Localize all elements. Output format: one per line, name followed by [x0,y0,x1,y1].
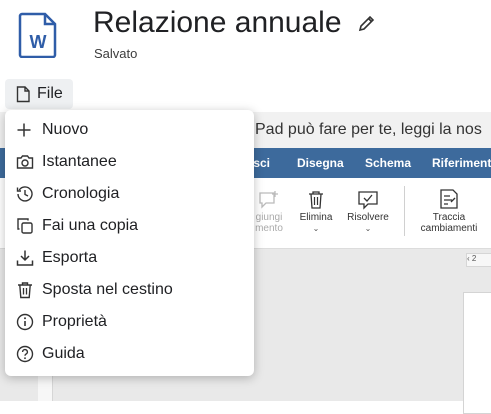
comment-add-icon [259,191,278,209]
menu-item-label: Proprietà [42,313,107,330]
document-page[interactable] [463,292,491,414]
tab-draw[interactable]: Disegna [297,156,344,170]
file-icon [16,85,30,102]
delete-label: Elimina [299,212,333,223]
menu-item-make-copy[interactable]: Fai una copia [5,210,254,242]
camera-icon [16,155,34,169]
menu-item-export[interactable]: Esporta [5,242,254,274]
menu-item-snapshots[interactable]: Istantanee [5,146,254,178]
word-document-icon: W [18,12,57,58]
download-icon [16,250,34,266]
menu-item-history[interactable]: Cronologia [5,178,254,210]
doc-icon-letter: W [30,32,47,52]
file-dropdown-menu: Nuovo Istantanee Cronologia Fai una copi… [5,110,254,376]
trash-icon [18,282,32,299]
document-title[interactable]: Relazione annuale [93,6,342,40]
help-icon [16,345,34,363]
info-icon [16,313,34,331]
history-icon [16,186,33,202]
resolve-button[interactable]: Risolvere ⌄ [342,190,394,234]
tab-references[interactable]: Riferimenti [432,156,491,170]
save-status: Salvato [94,46,138,61]
menu-item-label: Fai una copia [42,217,139,234]
resolve-label: Risolvere [347,212,389,223]
menu-item-new[interactable]: Nuovo [5,114,254,146]
file-menu-label: File [37,85,63,102]
menu-item-label: Cronologia [42,185,120,202]
comment-check-icon [358,191,378,210]
menu-item-move-to-trash[interactable]: Sposta nel cestino [5,274,254,306]
pencil-icon[interactable] [357,13,377,33]
menu-item-label: Istantanee [42,153,117,170]
chevron-down-icon: ⌄ [364,224,372,233]
menu-item-properties[interactable]: Proprietà [5,306,254,338]
menu-item-label: Nuovo [42,121,89,138]
track-changes-label: Traccia cambiamenti [420,212,478,234]
menu-item-label: Sposta nel cestino [42,281,173,298]
tab-layout[interactable]: Schema [365,156,411,170]
track-changes-button[interactable]: Traccia cambiamenti [410,188,488,234]
toolbar-separator [404,186,405,236]
copy-icon [17,218,33,234]
page-indicator: ‹ 2 [466,253,491,267]
add-comment-label: giungi mento [255,212,283,234]
notification-text: Pad può fare per te, leggi la nos [255,121,482,138]
plus-icon [17,123,31,137]
menu-item-label: Guida [42,345,85,362]
delete-comment-button[interactable]: Elimina ⌄ [295,190,337,234]
trash-icon [309,191,323,209]
chevron-down-icon: ⌄ [312,224,320,233]
file-menu-button[interactable]: File [5,79,73,109]
track-changes-icon [440,189,458,209]
menu-item-help[interactable]: Guida [5,338,254,370]
menu-item-label: Esporta [42,249,98,266]
